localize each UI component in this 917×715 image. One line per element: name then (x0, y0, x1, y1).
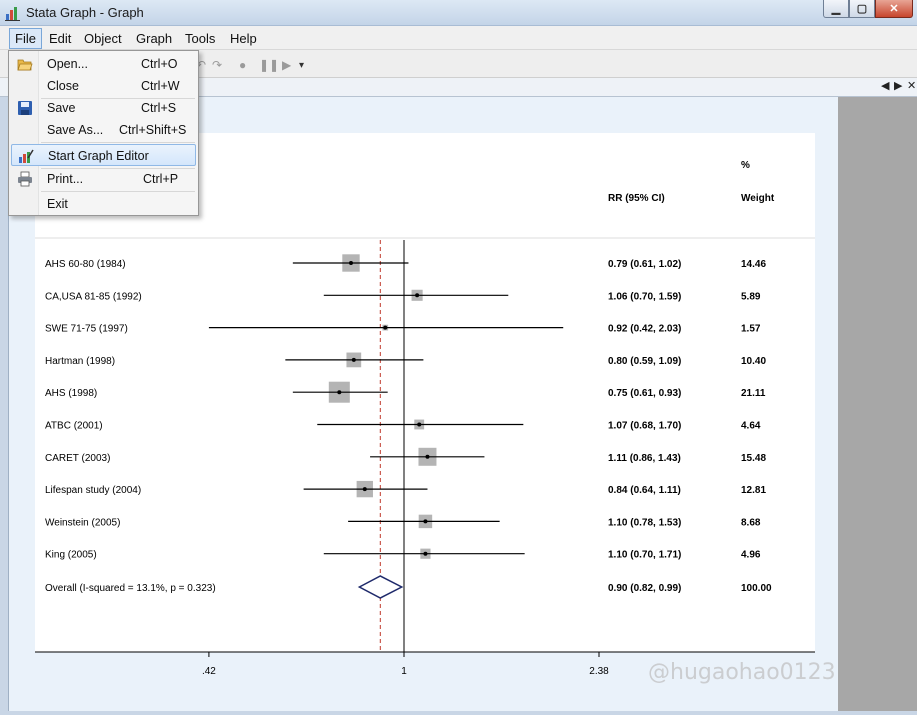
open-folder-icon (17, 59, 33, 71)
menu-item-label: Exit (47, 197, 68, 211)
menu-item-label: Save As... (47, 123, 104, 137)
graph-editor-icon (19, 149, 34, 163)
study-ci-text: 1.06 (0.70, 1.59) (608, 291, 681, 302)
menu-item-label: Start Graph Editor (48, 149, 149, 163)
study-point-estimate (415, 293, 420, 298)
study-weight-text: 12.81 (741, 485, 766, 496)
study-label: SWE 71-75 (1997) (45, 324, 128, 335)
study-label: ATBC (2001) (45, 421, 103, 432)
menu-separator (41, 191, 195, 192)
study-weight-text: 4.64 (741, 421, 761, 432)
study-label: King (2005) (45, 550, 97, 561)
menu-item-open[interactable]: Open... Ctrl+O (11, 53, 196, 75)
menu-item-print[interactable]: Print... Ctrl+P (11, 168, 196, 190)
study-weight-text: 8.68 (741, 517, 761, 528)
study-ci-text: 0.79 (0.61, 1.02) (608, 259, 681, 270)
menu-item-start-graph-editor[interactable]: Start Graph Editor (11, 144, 196, 166)
watermark: @hugaohao0123 (648, 660, 836, 685)
x-axis-tick-label: 2.38 (589, 666, 609, 677)
study-label: Lifespan study (2004) (45, 485, 141, 496)
menu-item-label: Close (47, 79, 79, 93)
menu-item-label: Print... (47, 172, 84, 186)
study-weight-text: 4.96 (741, 550, 761, 561)
study-label: Hartman (1998) (45, 356, 115, 367)
menu-item-shortcut: Ctrl+P (143, 172, 179, 186)
menu-item-label: Open... (47, 57, 88, 71)
menu-item-exit[interactable]: Exit (11, 193, 196, 215)
menu-item-save[interactable]: Save Ctrl+S (11, 97, 196, 119)
study-point-estimate (351, 357, 356, 362)
study-ci-text: 0.84 (0.64, 1.11) (608, 485, 681, 496)
printer-icon (18, 171, 32, 187)
overall-diamond (357, 575, 404, 599)
study-ci-text: 0.80 (0.59, 1.09) (608, 356, 681, 367)
weight-header-percent: % (741, 160, 750, 171)
study-label: AHS 60-80 (1984) (45, 259, 126, 270)
menu-item-shortcut: Ctrl+Shift+S (119, 123, 187, 137)
overall-ci-text: 0.90 (0.82, 0.99) (608, 583, 681, 594)
study-ci-text: 1.11 (0.86, 1.43) (608, 453, 681, 464)
effect-header-label: RR (95% CI) (608, 193, 665, 204)
study-point-estimate (423, 551, 428, 556)
menu-item-shortcut: Ctrl+W (141, 79, 180, 93)
study-point-estimate (362, 487, 367, 492)
study-weight-text: 5.89 (741, 291, 761, 302)
study-point-estimate (337, 390, 342, 395)
study-label: CARET (2003) (45, 453, 110, 464)
overall-weight-text: 100.00 (741, 583, 772, 594)
study-weight-text: 10.40 (741, 356, 766, 367)
study-ci-text: 1.10 (0.78, 1.53) (608, 517, 681, 528)
study-weight-text: 14.46 (741, 259, 766, 270)
study-label: CA,USA 81-85 (1992) (45, 291, 142, 302)
menu-separator (41, 142, 195, 143)
study-ci-text: 0.75 (0.61, 0.93) (608, 388, 681, 399)
study-weight-text: 21.11 (741, 388, 766, 399)
menu-item-shortcut: Ctrl+O (141, 57, 178, 71)
study-ci-text: 1.07 (0.68, 1.70) (608, 421, 681, 432)
menu-item-shortcut: Ctrl+S (141, 101, 177, 115)
study-label: AHS (1998) (45, 388, 97, 399)
study-label: Weinstein (2005) (45, 517, 120, 528)
study-ci-text: 1.10 (0.70, 1.71) (608, 550, 681, 561)
menu-item-label: Save (47, 101, 76, 115)
weight-header-label: Weight (741, 193, 775, 204)
study-ci-text: 0.92 (0.42, 2.03) (608, 324, 681, 335)
menu-item-close[interactable]: Close Ctrl+W (11, 75, 196, 97)
x-axis-tick-label: .42 (202, 666, 216, 677)
study-point-estimate (348, 261, 353, 265)
overall-label: Overall (I-squared = 13.1%, p = 0.323) (45, 583, 216, 594)
study-point-estimate (423, 519, 428, 524)
study-weight-text: 1.57 (741, 324, 761, 335)
save-icon (18, 101, 32, 115)
study-weight-text: 15.48 (741, 453, 766, 464)
study-point-estimate (425, 454, 430, 459)
x-axis-tick-label: 1 (401, 666, 407, 677)
study-point-estimate (383, 325, 388, 330)
study-point-estimate (417, 422, 422, 427)
file-dropdown-menu: Open... Ctrl+O Close Ctrl+W Save Ctrl+S … (8, 50, 199, 216)
menu-item-save-as[interactable]: Save As... Ctrl+Shift+S (11, 119, 196, 141)
